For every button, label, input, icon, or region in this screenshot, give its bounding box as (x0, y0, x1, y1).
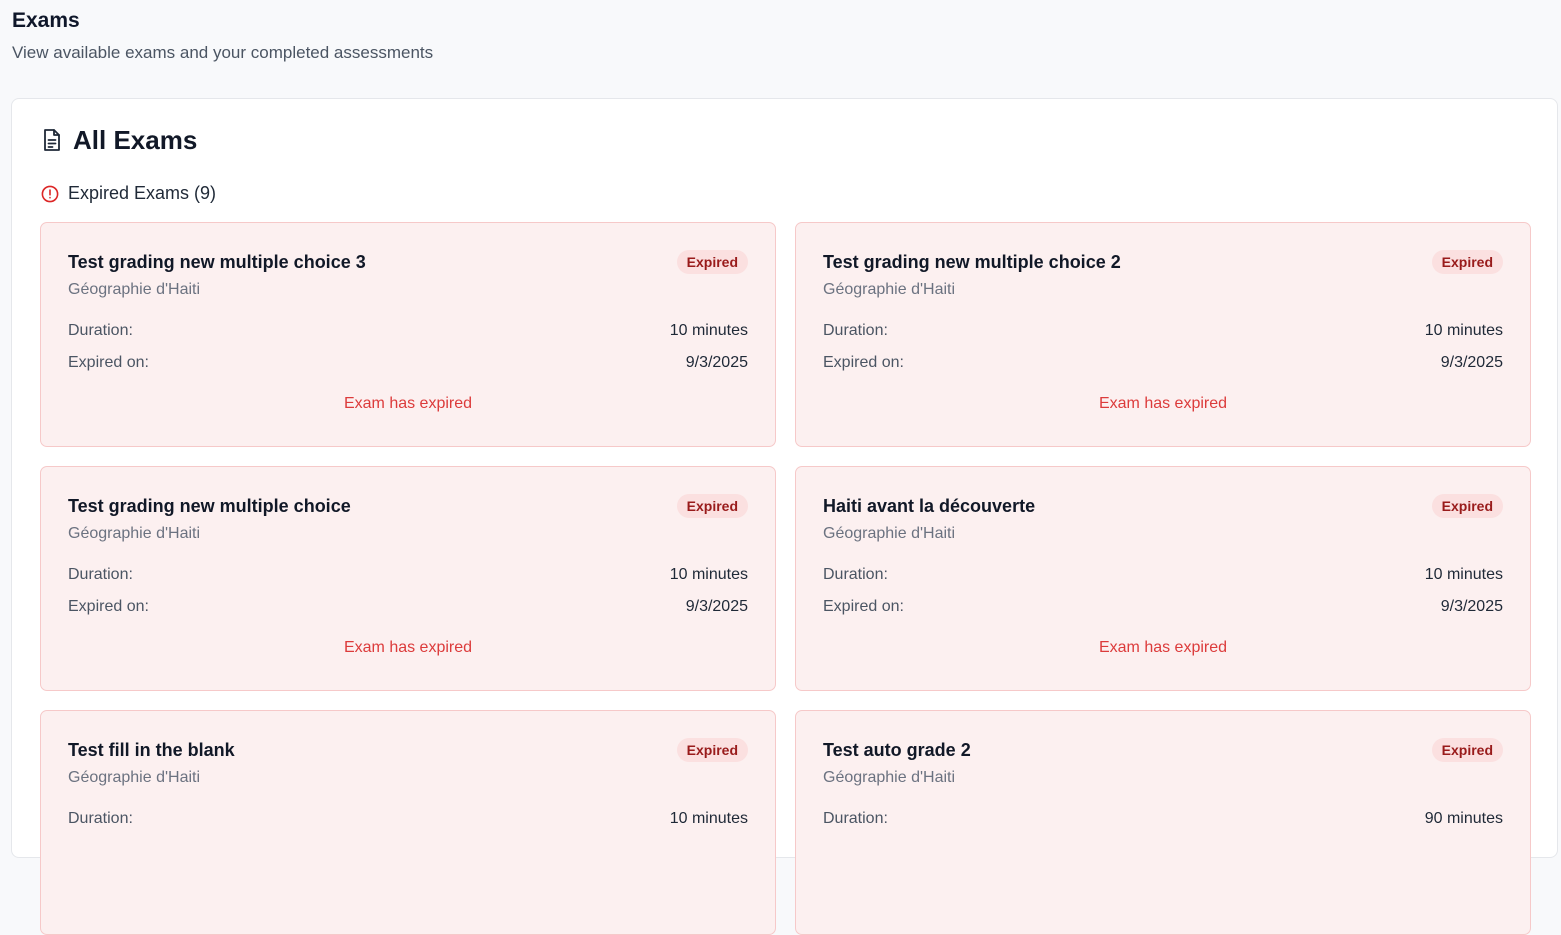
expired-on-value: 9/3/2025 (685, 354, 748, 371)
exam-subject: Géographie d'Haiti (68, 525, 201, 542)
status-badge: Expired (1431, 494, 1503, 518)
page-subtitle: View available exams and your completed … (12, 43, 434, 62)
status-badge: Expired (1431, 250, 1503, 274)
page-header: Exams View available exams and your comp… (12, 8, 433, 64)
status-badge: Expired (1431, 738, 1503, 762)
exam-card[interactable]: Test grading new multiple choice Expired… (40, 466, 776, 691)
expired-section-header: Expired Exams (9) (41, 183, 216, 204)
exam-title: Test auto grade 2 (823, 740, 971, 760)
status-badge: Expired (676, 738, 748, 762)
exams-panel: All Exams Expired Exams (9) Test grading… (11, 98, 1558, 935)
expired-on-value: 9/3/2025 (685, 598, 748, 615)
exam-title: Test grading new multiple choice (68, 496, 351, 516)
all-exams-heading: All Exams (73, 125, 198, 155)
exam-card[interactable]: Haiti avant la découverte Expired Géogra… (795, 466, 1531, 691)
alert-circle-icon (41, 185, 59, 203)
exam-card[interactable]: Test fill in the blank Expired Géographi… (40, 710, 776, 935)
exam-card-grid: Test grading new multiple choice 3 Expir… (40, 222, 1532, 935)
exam-subject: Géographie d'Haiti (68, 769, 201, 786)
expired-section-label: Expired Exams (9) (68, 183, 217, 203)
exam-subject: Géographie d'Haiti (823, 281, 956, 298)
duration-value: 10 minutes (669, 810, 748, 827)
expired-on-value: 9/3/2025 (1440, 354, 1503, 371)
exam-card[interactable]: Test grading new multiple choice 2 Expir… (795, 222, 1531, 447)
duration-value: 10 minutes (1424, 566, 1503, 583)
exam-subject: Géographie d'Haiti (68, 281, 201, 298)
expired-on-label: Expired on: (823, 598, 904, 615)
exam-subject: Géographie d'Haiti (823, 769, 956, 786)
exam-title: Haiti avant la découverte (823, 496, 1036, 516)
duration-label: Duration: (823, 566, 888, 583)
duration-label: Duration: (68, 566, 133, 583)
expired-on-label: Expired on: (823, 354, 904, 371)
expired-on-label: Expired on: (68, 598, 149, 615)
exam-card[interactable]: Test grading new multiple choice 3 Expir… (40, 222, 776, 447)
expired-note: Exam has expired (343, 395, 473, 412)
exam-title: Test fill in the blank (68, 740, 235, 760)
duration-value: 10 minutes (669, 566, 748, 583)
expired-note: Exam has expired (1098, 639, 1228, 656)
page-title: Exams (12, 9, 80, 32)
duration-label: Duration: (823, 810, 888, 827)
duration-label: Duration: (68, 810, 133, 827)
duration-value: 10 minutes (669, 322, 748, 339)
expired-on-label: Expired on: (68, 354, 149, 371)
exam-card[interactable]: Test auto grade 2 Expired Géographie d'H… (795, 710, 1531, 935)
duration-label: Duration: (68, 322, 133, 339)
panel-title: All Exams (41, 124, 197, 156)
status-badge: Expired (676, 494, 748, 518)
exam-title: Test grading new multiple choice 3 (68, 252, 366, 272)
exam-subject: Géographie d'Haiti (823, 525, 956, 542)
duration-label: Duration: (823, 322, 888, 339)
status-badge: Expired (676, 250, 748, 274)
duration-value: 10 minutes (1424, 322, 1503, 339)
expired-on-value: 9/3/2025 (1440, 598, 1503, 615)
exam-title: Test grading new multiple choice 2 (823, 252, 1121, 272)
document-icon (41, 128, 63, 152)
expired-note: Exam has expired (1098, 395, 1228, 412)
duration-value: 90 minutes (1424, 810, 1503, 827)
expired-note: Exam has expired (343, 639, 473, 656)
